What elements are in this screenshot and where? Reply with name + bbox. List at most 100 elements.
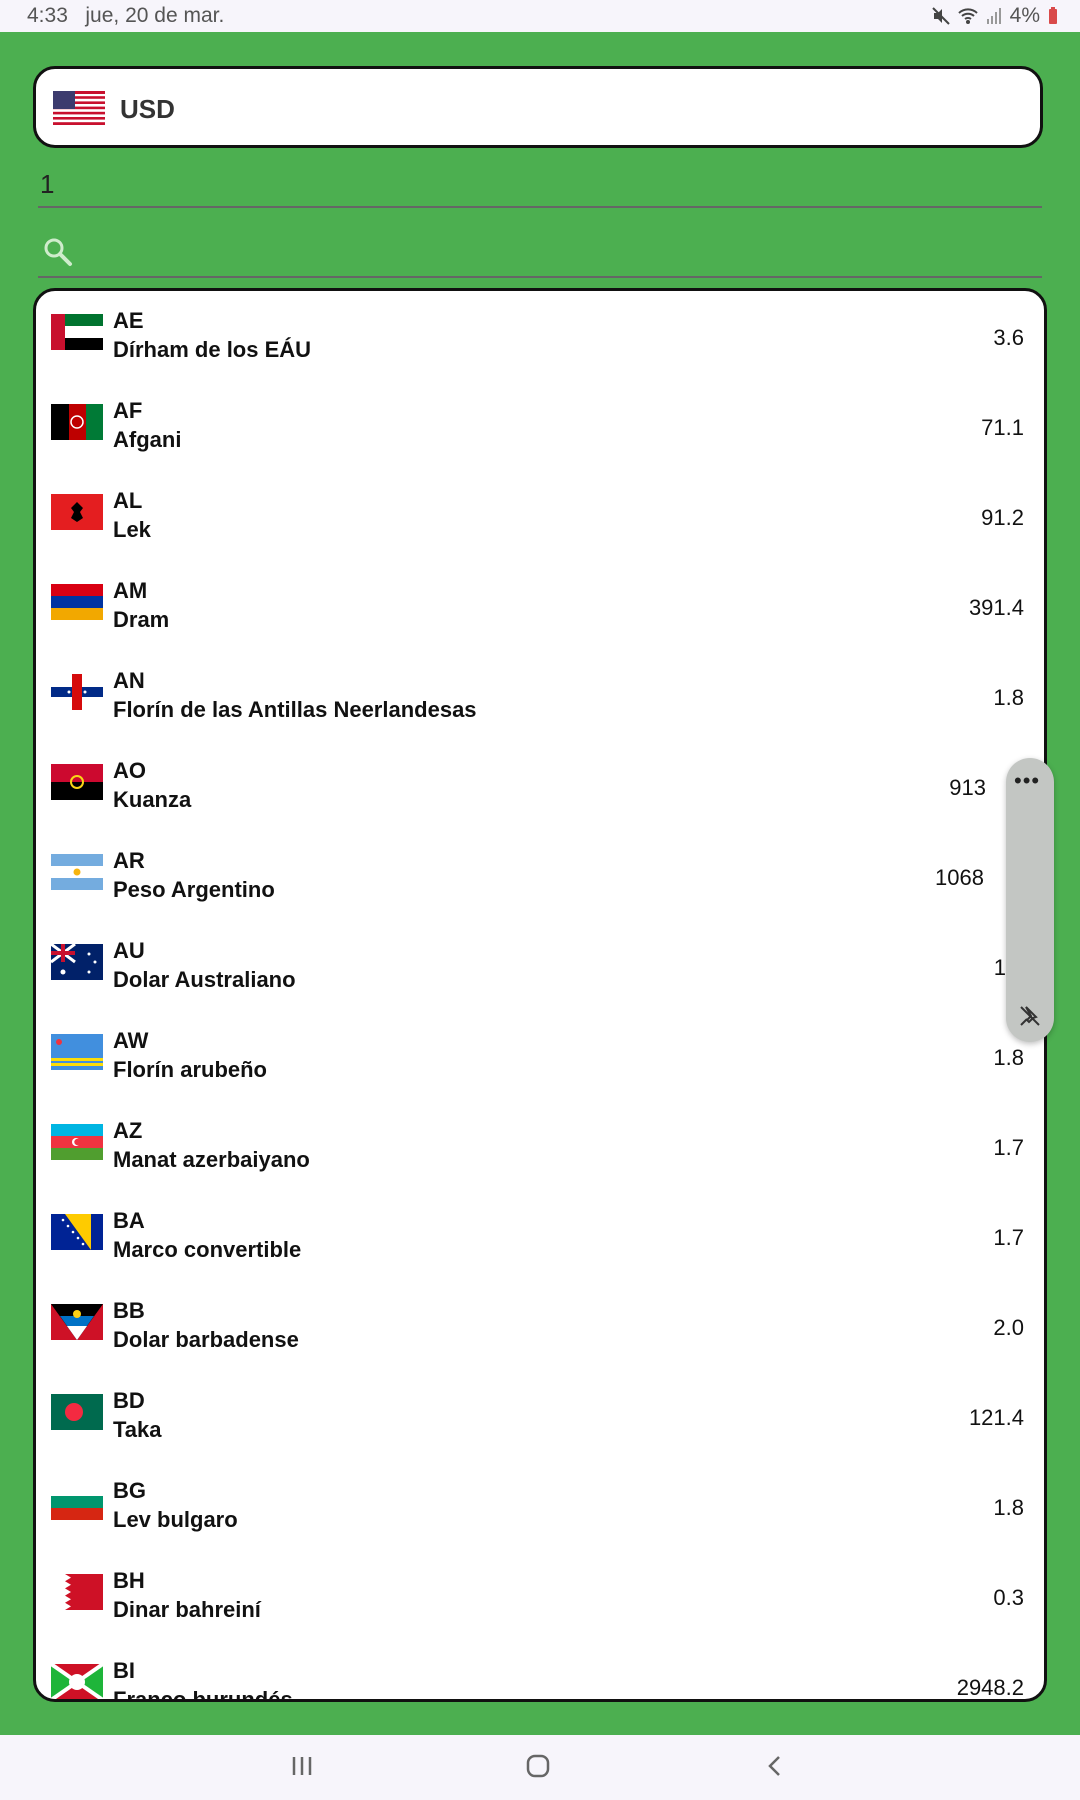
currency-rate: 71.1 <box>981 415 1024 440</box>
currency-name: Afgani <box>113 427 182 452</box>
currency-row-bb[interactable]: BB Dolar barbadense 2.0 <box>36 1281 1044 1371</box>
currency-rate: 91.2 <box>981 505 1024 530</box>
recent-apps-icon[interactable] <box>290 1753 314 1779</box>
currency-row-ae[interactable]: AE Dírham de los EÁU 3.6 <box>36 291 1044 381</box>
currency-rate: 913 <box>949 775 986 800</box>
currency-code: AU <box>113 938 145 963</box>
status-time: 4:33 <box>27 4 68 27</box>
base-currency-selector[interactable]: USD <box>33 66 1043 148</box>
currency-name: Marco convertible <box>113 1237 302 1262</box>
currency-rate: 2948.2 <box>956 1675 1024 1700</box>
more-options-icon[interactable]: ••• <box>1014 768 1040 794</box>
currency-code: AW <box>113 1028 149 1053</box>
currency-row-bi[interactable]: BI Franco burundés 2948.2 <box>36 1641 1044 1702</box>
currency-name: Dírham de los EÁU <box>113 337 312 362</box>
currency-name: Florín arubeño <box>113 1057 267 1082</box>
home-icon[interactable] <box>525 1753 551 1779</box>
currency-code: AL <box>113 488 143 513</box>
currency-row-bd[interactable]: BD Taka 121.4 <box>36 1371 1044 1461</box>
currency-row-af[interactable]: AF Afgani 71.1 <box>36 381 1044 471</box>
currency-rate: 2.0 <box>993 1315 1024 1340</box>
currency-code: BG <box>113 1478 146 1503</box>
currency-name: Dolar Australiano <box>113 967 296 992</box>
currency-code: BH <box>113 1568 145 1593</box>
an-flag-icon <box>51 674 103 710</box>
currency-rate: 1.8 <box>993 685 1024 710</box>
currency-name: Lev bulgaro <box>113 1507 238 1532</box>
am-flag-icon <box>51 584 103 620</box>
wifi-icon <box>957 8 978 24</box>
currency-row-an[interactable]: AN Florín de las Antillas Neerlandesas 1… <box>36 651 1044 741</box>
currency-name: Peso Argentino <box>113 877 275 902</box>
mute-icon <box>931 7 950 25</box>
bb-flag-icon <box>51 1304 103 1340</box>
bh-flag-icon <box>51 1574 103 1610</box>
az-flag-icon <box>51 1124 103 1160</box>
currency-code: AE <box>113 308 144 333</box>
currency-rate: 1.7 <box>993 1135 1024 1160</box>
battery-icon <box>1049 7 1057 24</box>
currency-name: Manat azerbaiyano <box>113 1147 310 1172</box>
currency-name: Dinar bahreiní <box>113 1597 261 1622</box>
currency-row-ar[interactable]: AR Peso Argentino 1068 <box>36 831 1044 921</box>
currency-name: Florín de las Antillas Neerlandesas <box>113 697 477 722</box>
bg-flag-icon <box>51 1484 103 1520</box>
currency-code: AM <box>113 578 148 603</box>
currency-row-am[interactable]: AM Dram 391.4 <box>36 561 1044 651</box>
currency-rate: 1.7 <box>993 1225 1024 1250</box>
currency-code: AO <box>113 758 146 783</box>
currency-row-bh[interactable]: BH Dinar bahreiní 0.3 <box>36 1551 1044 1641</box>
signal-icon <box>986 8 1001 24</box>
pin-icon[interactable] <box>1018 1004 1042 1028</box>
currency-code: AR <box>113 848 145 873</box>
currency-rate: 1.8 <box>993 1045 1024 1070</box>
base-currency-code: USD <box>120 94 175 124</box>
currency-rate: 391.4 <box>968 595 1024 620</box>
currency-row-bg[interactable]: BG Lev bulgaro 1.8 <box>36 1461 1044 1551</box>
currency-row-ao[interactable]: AO Kuanza 913 <box>36 741 1044 831</box>
status-date: jue, 20 de mar. <box>85 4 225 27</box>
us-flag-icon <box>53 91 105 125</box>
ae-flag-icon <box>51 314 103 350</box>
battery-percent: 4% <box>1009 4 1040 27</box>
status-bar: 4:33 jue, 20 de mar. 4% <box>0 0 1080 32</box>
ba-flag-icon <box>51 1214 103 1250</box>
currency-name: Lek <box>113 517 151 542</box>
currency-name: Dolar barbadense <box>113 1327 299 1352</box>
amount-value: 1 <box>40 169 55 199</box>
floating-window-handle[interactable]: ••• <box>1006 758 1054 1042</box>
currency-row-al[interactable]: AL Lek 91.2 <box>36 471 1044 561</box>
back-icon[interactable] <box>764 1753 786 1779</box>
af-flag-icon <box>51 404 103 440</box>
currency-code: AN <box>113 668 145 693</box>
currency-name: Kuanza <box>113 787 192 812</box>
au-flag-icon <box>51 944 103 980</box>
currency-code: BA <box>113 1208 145 1233</box>
ar-flag-icon <box>51 854 103 890</box>
currency-row-au[interactable]: AU Dolar Australiano 1 <box>36 921 1044 1011</box>
search-icon <box>44 238 72 266</box>
currency-rate: 1.8 <box>993 1495 1024 1520</box>
currency-row-az[interactable]: AZ Manat azerbaiyano 1.7 <box>36 1101 1044 1191</box>
currency-list[interactable]: AE Dírham de los EÁU 3.6 AF Afgani 71.1 … <box>33 288 1047 1702</box>
currency-code: BB <box>113 1298 145 1323</box>
currency-rate: 1068 <box>935 865 984 890</box>
currency-name: Taka <box>113 1417 162 1442</box>
currency-rate: 3.6 <box>993 325 1024 350</box>
bi-flag-icon <box>51 1664 103 1699</box>
currency-code: BI <box>113 1658 135 1683</box>
currency-row-ba[interactable]: BA Marco convertible 1.7 <box>36 1191 1044 1281</box>
currency-row-aw[interactable]: AW Florín arubeño 1.8 <box>36 1011 1044 1101</box>
currency-code: AF <box>113 398 143 423</box>
search-input[interactable] <box>38 232 1042 278</box>
bd-flag-icon <box>51 1394 103 1430</box>
amount-input[interactable]: 1 <box>38 166 1042 208</box>
currency-rate: 121.4 <box>968 1405 1024 1430</box>
ao-flag-icon <box>51 764 103 800</box>
currency-name: Franco burundés <box>113 1687 293 1702</box>
al-flag-icon <box>51 494 103 530</box>
currency-name: Dram <box>113 607 170 632</box>
system-navigation-bar <box>0 1735 1080 1800</box>
currency-rate: 0.3 <box>993 1585 1024 1610</box>
currency-code: AZ <box>113 1118 143 1143</box>
